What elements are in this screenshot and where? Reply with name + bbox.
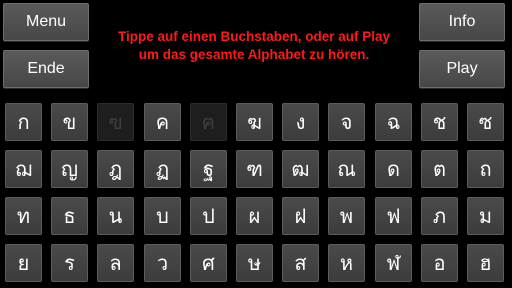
letter-key[interactable]: ภ	[421, 197, 458, 235]
letter-key[interactable]: ล	[97, 244, 134, 282]
letter-key[interactable]: อ	[421, 244, 458, 282]
letter-key[interactable]: ฮ	[467, 244, 504, 282]
letter-key[interactable]: น	[97, 197, 134, 235]
menu-button[interactable]: Menu	[3, 3, 89, 41]
letter-key[interactable]: ฌ	[5, 150, 42, 188]
letter-key[interactable]: ย	[5, 244, 42, 282]
letter-key[interactable]: ฝ	[282, 197, 319, 235]
letter-key[interactable]: ฎ	[97, 150, 134, 188]
letter-key[interactable]: จ	[328, 103, 365, 141]
letter-key[interactable]: ร	[51, 244, 88, 282]
letter-key[interactable]: ก	[5, 103, 42, 141]
letter-key[interactable]: ศ	[190, 244, 227, 282]
letter-key[interactable]: ค	[144, 103, 181, 141]
letter-key[interactable]: ข	[51, 103, 88, 141]
letter-key[interactable]: ง	[282, 103, 319, 141]
letter-key[interactable]: ฬ	[375, 244, 412, 282]
letter-key[interactable]: ฑ	[236, 150, 273, 188]
letter-key[interactable]: ธ	[51, 197, 88, 235]
letter-key[interactable]: ฆ	[236, 103, 273, 141]
letter-grid: กขฃคฅฆงจฉชซฌญฎฏฐฑฒณดตถทธนบปผฝพฟภมยรลวศษส…	[0, 103, 512, 288]
end-button[interactable]: Ende	[3, 50, 89, 88]
letter-key[interactable]: ฅ	[190, 103, 227, 141]
instruction-line-1: Tippe auf einen Buchstaben, oder auf Pla…	[117, 29, 391, 44]
letter-key[interactable]: ผ	[236, 197, 273, 235]
letter-key[interactable]: ว	[144, 244, 181, 282]
letter-key[interactable]: ษ	[236, 244, 273, 282]
letter-key[interactable]: ส	[282, 244, 319, 282]
letter-key[interactable]: ถ	[467, 150, 504, 188]
letter-key[interactable]: ม	[467, 197, 504, 235]
letter-key[interactable]: ซ	[467, 103, 504, 141]
letter-key[interactable]: ท	[5, 197, 42, 235]
letter-key[interactable]: ฉ	[375, 103, 412, 141]
letter-key[interactable]: ฟ	[375, 197, 412, 235]
info-button[interactable]: Info	[419, 3, 505, 41]
letter-key[interactable]: บ	[144, 197, 181, 235]
letter-key[interactable]: ณ	[328, 150, 365, 188]
instruction-line-2: um das gesamte Alphabet zu hören.	[138, 47, 370, 62]
letter-key[interactable]: ฃ	[97, 103, 134, 141]
letter-key[interactable]: ช	[421, 103, 458, 141]
letter-key[interactable]: ฒ	[282, 150, 319, 188]
instruction-text: Tippe auf einen Buchstaben, oder auf Pla…	[92, 28, 416, 64]
letter-key[interactable]: ฏ	[144, 150, 181, 188]
letter-key[interactable]: ป	[190, 197, 227, 235]
play-button[interactable]: Play	[419, 50, 505, 88]
letter-key[interactable]: พ	[328, 197, 365, 235]
letter-key[interactable]: ญ	[51, 150, 88, 188]
thai-alphabet-screen: Menu Ende Info Play Tippe auf einen Buch…	[0, 0, 512, 288]
letter-key[interactable]: ห	[328, 244, 365, 282]
letter-key[interactable]: ด	[375, 150, 412, 188]
letter-key[interactable]: ฐ	[190, 150, 227, 188]
letter-key[interactable]: ต	[421, 150, 458, 188]
